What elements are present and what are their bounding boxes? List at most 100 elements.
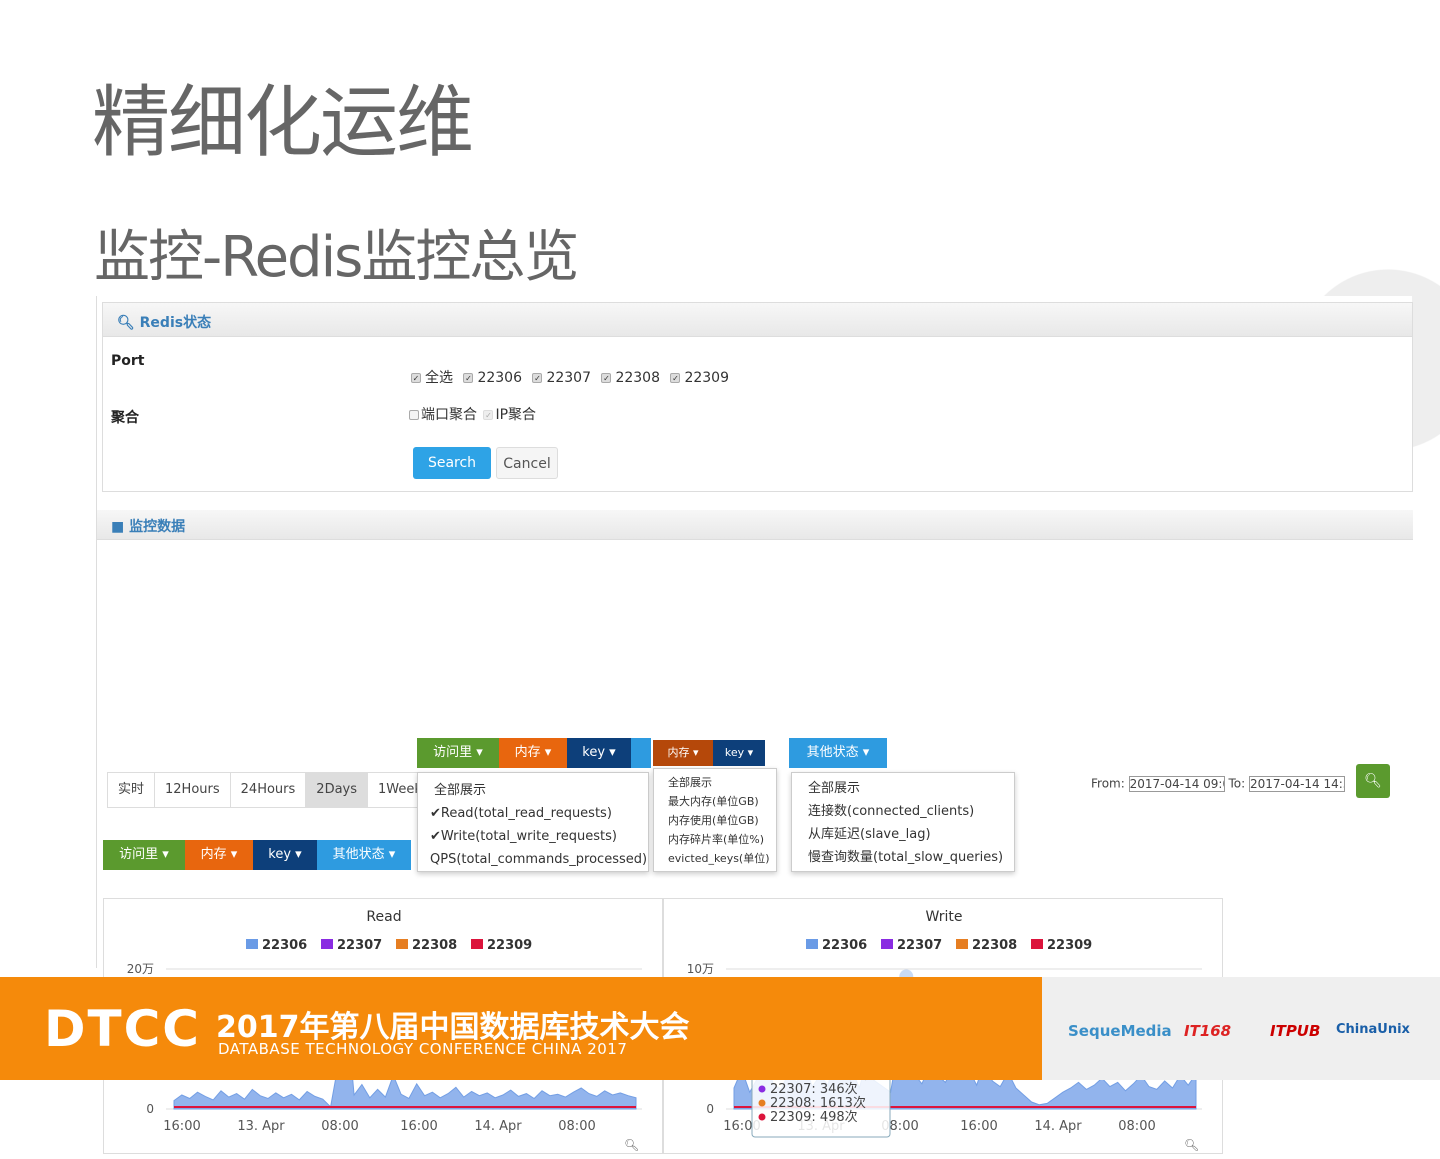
zoom-icon: 🔍︎ — [1184, 1138, 1199, 1152]
tooltip-row: 22308: 1613次 — [770, 1095, 866, 1111]
menu-item[interactable]: ✔Write(total_write_requests) — [430, 825, 648, 848]
to-input[interactable]: 2017-04-14 14:5 — [1248, 776, 1345, 792]
screenshot: 🔍︎ Redis状态 Port 聚合 ✓ 全选 ✓ 22306 ✓ 22307 ✓ 22… — [96, 296, 1413, 1154]
tooltip-dot — [758, 1085, 766, 1093]
tab-24hours[interactable]: 24Hours — [231, 773, 307, 807]
monitor-panel: ■ 监控数据 实时 12Hours 24Hours 2Days 1Week 访问… — [97, 510, 1413, 1154]
menu-item[interactable]: 全部展示 — [668, 773, 776, 792]
tab-realtime[interactable]: 实时 — [108, 773, 156, 807]
menu-item[interactable]: QPS(total_commands_processed) — [430, 848, 648, 871]
dtcc-logo: DTCC — [44, 1000, 201, 1058]
from-input[interactable]: 2017-04-14 09:0 — [1128, 776, 1225, 792]
visits-button[interactable]: 访问里 ▾ — [103, 840, 185, 870]
legend-label: 22307 — [897, 938, 942, 953]
other-status-button[interactable]: 其他状态 ▾ — [317, 840, 411, 870]
sequemedia-logo: SequeMedia — [1068, 1022, 1172, 1040]
port-checkbox[interactable]: ✓ 全选 — [405, 370, 453, 386]
date-range: From: 2017-04-14 09:0 To: 2017-04-14 14:… — [1091, 776, 1345, 792]
port-checkbox[interactable]: ✓ 22308 — [595, 370, 660, 386]
legend-swatch — [806, 939, 818, 949]
menu-item[interactable]: 最大内存(单位GB) — [668, 792, 776, 811]
agg-checkboxes: 端口聚合 ✓ IP聚合 — [409, 404, 536, 424]
tab-2days[interactable]: 2Days — [306, 773, 369, 807]
legend-swatch — [956, 939, 968, 949]
video-icon: ■ — [111, 519, 125, 535]
ip-agg-checkbox[interactable]: ✓ IP聚合 — [481, 407, 536, 423]
it168-logo: IT168 — [1184, 1022, 1232, 1040]
panel-title: 监控数据 — [129, 519, 186, 535]
menu-item[interactable]: evicted_keys(单位) — [668, 849, 776, 868]
menu-item[interactable]: 连接数(connected_clients) — [808, 800, 1014, 823]
date-search-button[interactable]: 🔍︎ — [1356, 764, 1390, 798]
menu-item[interactable]: 从库延迟(slave_lag) — [808, 823, 1014, 846]
legend-swatch — [471, 939, 483, 949]
other-dropdown-button[interactable]: 其他状态 ▾ — [789, 738, 887, 768]
menu-item[interactable]: ✔Read(total_read_requests) — [430, 802, 648, 825]
tooltip-dot — [758, 1113, 766, 1121]
time-range-tabs: 实时 12Hours 24Hours 2Days 1Week — [107, 772, 433, 808]
legend-swatch — [246, 939, 258, 949]
y-tick-label: 20万 — [127, 962, 154, 976]
x-tick-label: 16:00 — [400, 1119, 437, 1134]
memory-dropdown-button-2[interactable]: 内存 ▾ — [653, 740, 713, 766]
tooltip-row: 22309: 498次 — [770, 1109, 858, 1125]
search-button[interactable]: Search — [413, 447, 491, 479]
port-agg-checkbox[interactable]: 端口聚合 — [409, 407, 477, 423]
x-tick-label: 16:00 — [163, 1119, 200, 1134]
memory-button[interactable]: 内存 ▾ — [185, 840, 253, 870]
port-label: Port — [111, 353, 145, 369]
key-dropdown-button[interactable]: key ▾ — [567, 738, 631, 768]
y-tick-label: 10万 — [687, 962, 714, 976]
search-icon: 🔍︎ — [1364, 773, 1382, 789]
tab-12hours[interactable]: 12Hours — [155, 773, 231, 807]
menu-item[interactable]: 全部展示 — [808, 777, 1014, 800]
redis-status-panel: 🔍︎ Redis状态 Port 聚合 ✓ 全选 ✓ 22306 ✓ 22307 ✓ 22… — [102, 302, 1413, 492]
chart-title: Read — [366, 909, 401, 925]
legend-label: 22307 — [337, 938, 382, 953]
x-tick-label: 14. Apr — [1034, 1119, 1082, 1134]
menu-item[interactable]: 内存使用(单位GB) — [668, 811, 776, 830]
legend-swatch — [321, 939, 333, 949]
legend-swatch — [1031, 939, 1043, 949]
legend-label: 22306 — [262, 938, 307, 953]
y-tick-label: 0 — [146, 1102, 154, 1116]
tooltip-row: 22307: 346次 — [770, 1081, 858, 1097]
x-tick-label: 08:00 — [558, 1119, 595, 1134]
legend-label: 22308 — [412, 938, 457, 953]
port-checkbox[interactable]: ✓ 22307 — [526, 370, 591, 386]
key-dropdown-button-2[interactable]: key ▾ — [713, 740, 765, 766]
itpub-logo: ITPUB — [1270, 1022, 1321, 1040]
slide-subtitle: 监控-Redis监控总览 — [94, 225, 579, 290]
tooltip-dot — [758, 1099, 766, 1107]
visits-menu: 全部展示 ✔Read(total_read_requests) ✔Write(t… — [417, 772, 649, 872]
menu-item[interactable]: 全部展示 — [434, 779, 648, 802]
legend-swatch — [881, 939, 893, 949]
y-tick-label: 0 — [706, 1102, 714, 1116]
x-tick-label: 13. Apr — [237, 1119, 285, 1134]
port-checkbox[interactable]: ✓ 22309 — [664, 370, 729, 386]
legend-label: 22309 — [1047, 938, 1092, 953]
x-tick-label: 08:00 — [1118, 1119, 1155, 1134]
panel-title: Redis状态 — [139, 315, 212, 331]
port-checkbox[interactable]: ✓ 22306 — [457, 370, 522, 386]
zoom-icon: 🔍︎ — [624, 1138, 639, 1152]
agg-label: 聚合 — [111, 410, 139, 426]
legend-label: 22308 — [972, 938, 1017, 953]
memory-dropdown-button[interactable]: 内存 ▾ — [499, 738, 567, 768]
visits-dropdown-button[interactable]: 访问里 ▾ — [417, 738, 499, 768]
search-icon: 🔍︎ — [117, 315, 135, 331]
chinaunix-logo: ChinaUnix — [1336, 1022, 1410, 1037]
x-tick-label: 08:00 — [321, 1119, 358, 1134]
conference-subtitle: DATABASE TECHNOLOGY CONFERENCE CHINA 201… — [218, 1040, 628, 1058]
menu-item[interactable]: 慢查询数量(total_slow_queries) — [808, 846, 1014, 869]
legend-label: 22306 — [822, 938, 867, 953]
cancel-button[interactable]: Cancel — [496, 447, 558, 479]
memory-menu: 全部展示 最大内存(单位GB) 内存使用(单位GB) 内存碎片率(单位%) ev… — [653, 768, 777, 872]
slide-title: 精细化运维 — [92, 78, 474, 168]
legend-swatch — [396, 939, 408, 949]
legend-label: 22309 — [487, 938, 532, 953]
key-button[interactable]: key ▾ — [253, 840, 317, 870]
chart-title: Write — [926, 909, 963, 925]
other-menu: 全部展示 连接数(connected_clients) 从库延迟(slave_l… — [791, 772, 1015, 872]
menu-item[interactable]: 内存碎片率(单位%) — [668, 830, 776, 849]
